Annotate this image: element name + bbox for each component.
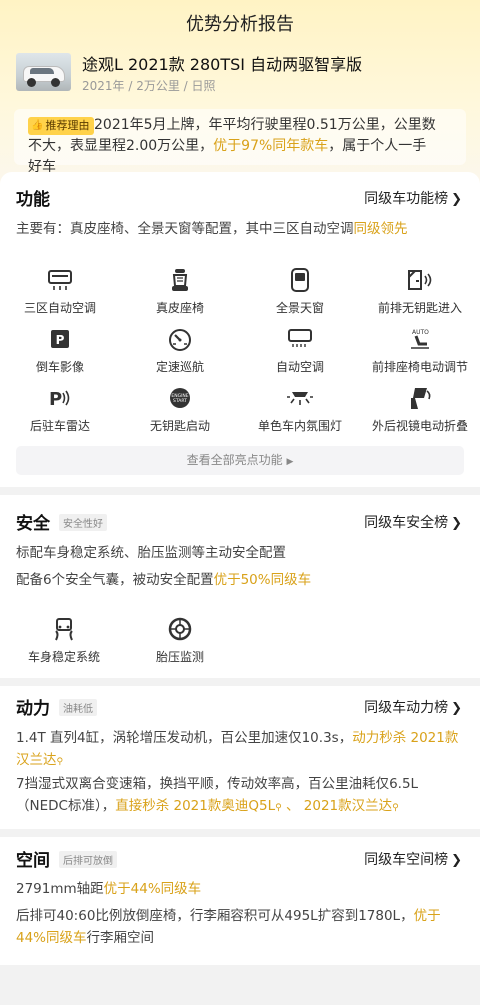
car-thumbnail[interactable] bbox=[16, 53, 71, 91]
cruise-control-icon bbox=[166, 325, 194, 353]
feature-label: 倒车影像 bbox=[35, 360, 84, 374]
svg-text:P: P bbox=[56, 333, 65, 347]
feature-label: 定速巡航 bbox=[155, 360, 204, 374]
esp-icon bbox=[50, 615, 78, 643]
svg-text:AUTO: AUTO bbox=[412, 329, 429, 336]
reverse-camera-icon: P bbox=[46, 325, 74, 353]
car-subtitle: 2021年 / 2万公里 / 日照 bbox=[82, 79, 216, 93]
ambient-light-icon bbox=[286, 384, 314, 412]
search-icon: ⚲ bbox=[56, 757, 64, 767]
power-line-2: 7挡湿式双离合变速箱，换挡平顺，传动效率高，百公里油耗仅6.5L（NEDC标准）… bbox=[16, 776, 419, 814]
page-title: 优势分析报告 bbox=[186, 14, 294, 35]
space-line-2: 后排可40:60比例放倒座椅，行李厢容积可从495L扩容到1780L，优于44%… bbox=[16, 908, 441, 946]
view-all-features-button[interactable]: 查看全部亮点功能 ▶ bbox=[16, 446, 464, 475]
feature-label: 后驻车雷达 bbox=[29, 419, 90, 433]
car-name: 途观L 2021款 280TSI 自动两驱智享版 bbox=[82, 55, 363, 74]
keyless-start-icon: ENGINE START bbox=[166, 384, 194, 412]
feature-sunroof[interactable]: 全景天窗 bbox=[240, 266, 360, 316]
feature-cruise-control[interactable]: 定速巡航 bbox=[120, 325, 240, 375]
leather-seat-icon bbox=[166, 266, 194, 294]
feature-label: 单色车内氛围灯 bbox=[257, 419, 342, 433]
keyless-entry-icon bbox=[406, 266, 434, 294]
compare-link-highlander-2[interactable]: 2021款汉兰达⚲ bbox=[304, 798, 399, 814]
feature-keyless-start[interactable]: ENGINE START 无钥匙启动 bbox=[120, 384, 240, 434]
chevron-right-icon: ❯ bbox=[451, 701, 462, 716]
feature-label: 前排无钥匙进入 bbox=[377, 301, 462, 315]
feature-label: 真皮座椅 bbox=[155, 301, 204, 315]
function-summary: 主要有：真皮座椅、全景天窗等配置，其中三区自动空调同级领先 bbox=[16, 221, 408, 237]
safety-line-1: 标配车身稳定系统、胎压监测等主动安全配置 bbox=[16, 545, 286, 561]
feature-tire-pressure[interactable]: 胎压监测 bbox=[120, 615, 240, 665]
feature-ambient-light[interactable]: 单色车内氛围灯 bbox=[240, 384, 360, 434]
feature-esp[interactable]: 车身稳定系统 bbox=[4, 615, 124, 665]
power-badge: 油耗低 bbox=[59, 699, 97, 716]
parking-radar-icon: P bbox=[46, 384, 74, 412]
tire-pressure-icon bbox=[166, 615, 194, 643]
feature-label: 无钥匙启动 bbox=[149, 419, 210, 433]
search-icon: ⚲ bbox=[275, 803, 282, 813]
sunroof-icon bbox=[286, 266, 314, 294]
function-rank-link[interactable]: 同级车功能榜 ❯ bbox=[364, 188, 462, 208]
mirror-fold-icon bbox=[406, 384, 434, 412]
svg-text:P: P bbox=[49, 389, 62, 410]
power-title: 动力 bbox=[16, 699, 50, 719]
chevron-right-icon: ❯ bbox=[451, 192, 462, 207]
chevron-right-icon: ❯ bbox=[451, 853, 462, 868]
safety-line-2: 配备6个安全气囊，被动安全配置优于50%同级车 bbox=[16, 572, 312, 588]
ac-panel-icon bbox=[46, 266, 74, 294]
space-badge: 后排可放倒 bbox=[59, 851, 117, 868]
space-title: 空间 bbox=[16, 851, 50, 871]
feature-label: 前排座椅电动调节 bbox=[371, 360, 468, 374]
feature-label: 外后视镜电动折叠 bbox=[371, 419, 468, 433]
feature-leather-seat[interactable]: 真皮座椅 bbox=[120, 266, 240, 316]
feature-label: 三区自动空调 bbox=[23, 301, 96, 315]
feature-label: 全景天窗 bbox=[275, 301, 324, 315]
feature-ac-panel[interactable]: 三区自动空调 bbox=[0, 266, 120, 316]
thumbs-up-icon: 👍 bbox=[31, 120, 44, 131]
power-rank-link[interactable]: 同级车动力榜 ❯ bbox=[364, 697, 462, 717]
feature-mirror-fold[interactable]: 外后视镜电动折叠 bbox=[360, 384, 480, 434]
search-icon: ⚲ bbox=[392, 803, 399, 813]
feature-reverse-camera[interactable]: P 倒车影像 bbox=[0, 325, 120, 375]
safety-badge: 安全性好 bbox=[59, 514, 107, 531]
safety-title: 安全 bbox=[16, 514, 50, 534]
reason-highlight: 优于97%同年款车 bbox=[213, 138, 329, 154]
reason-tag: 👍 推荐理由 bbox=[28, 117, 95, 135]
chevron-right-icon: ❯ bbox=[451, 516, 462, 531]
feature-label: 自动空调 bbox=[275, 360, 324, 374]
function-title: 功能 bbox=[16, 190, 50, 210]
power-line-1: 1.4T 直列4缸，涡轮增压发动机，百公里加速仅10.3s，动力秒杀 2021款… bbox=[16, 730, 459, 768]
play-arrow-icon: ▶ bbox=[286, 457, 294, 467]
feature-power-seat[interactable]: AUTO 前排座椅电动调节 bbox=[360, 325, 480, 375]
safety-rank-link[interactable]: 同级车安全榜 ❯ bbox=[364, 512, 462, 532]
feature-keyless-entry[interactable]: 前排无钥匙进入 bbox=[360, 266, 480, 316]
power-seat-icon: AUTO bbox=[406, 325, 434, 353]
space-rank-link[interactable]: 同级车空间榜 ❯ bbox=[364, 849, 462, 869]
feature-auto-ac[interactable]: 自动空调 bbox=[240, 325, 360, 375]
space-line-1: 2791mm轴距优于44%同级车 bbox=[16, 881, 202, 897]
auto-ac-icon bbox=[286, 325, 314, 353]
compare-link-q5l[interactable]: 直接秒杀 2021款奥迪Q5L⚲ bbox=[115, 798, 281, 814]
svg-text:START: START bbox=[173, 398, 187, 404]
feature-parking-radar[interactable]: P 后驻车雷达 bbox=[0, 384, 120, 434]
